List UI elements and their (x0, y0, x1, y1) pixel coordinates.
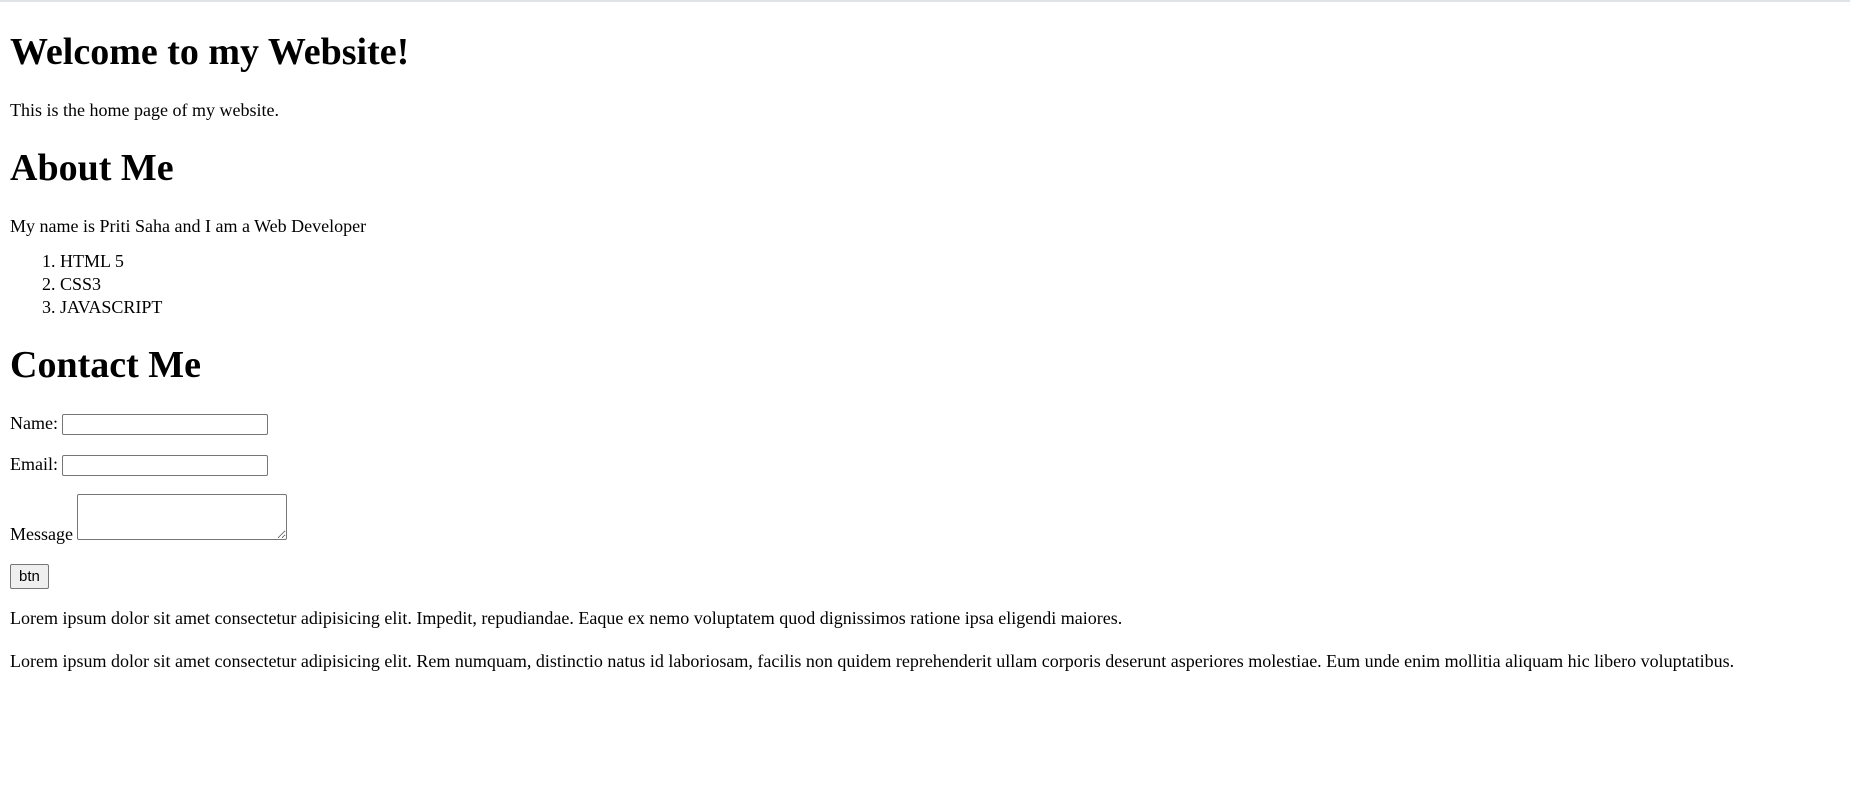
name-row: Name: (10, 412, 1840, 435)
name-label: Name: (10, 413, 58, 433)
button-row: btn (10, 564, 1840, 589)
about-heading: About Me (10, 147, 174, 189)
list-item: CSS3 (60, 273, 1840, 296)
page-content: Welcome to my Website! This is the home … (0, 0, 1850, 673)
email-row: Email: (10, 453, 1840, 476)
message-row: Message (10, 494, 1840, 546)
contact-heading: Contact Me (10, 344, 201, 386)
list-item: HTML 5 (60, 250, 1840, 273)
browser-top-border (0, 0, 1850, 2)
name-input[interactable] (61, 414, 268, 435)
about-text: My name is Priti Saha and I am a Web Dev… (10, 216, 367, 236)
list-item: JAVASCRIPT (60, 296, 1840, 319)
skills-list: HTML 5 CSS3 JAVASCRIPT (10, 250, 1840, 319)
email-input[interactable] (62, 455, 268, 476)
contact-form: Name: Email: Message btn (10, 412, 1840, 589)
submit-button[interactable]: btn (10, 564, 49, 589)
email-label: Email: (10, 454, 58, 474)
lorem-paragraph-1: Lorem ipsum dolor sit amet consectetur a… (10, 608, 1123, 628)
message-label: Message (10, 524, 73, 544)
page-title: Welcome to my Website! (10, 31, 410, 73)
message-textarea[interactable] (76, 494, 287, 540)
lorem-paragraph-2: Lorem ipsum dolor sit amet consectetur a… (10, 651, 1735, 671)
intro-text: This is the home page of my website. (10, 100, 279, 120)
